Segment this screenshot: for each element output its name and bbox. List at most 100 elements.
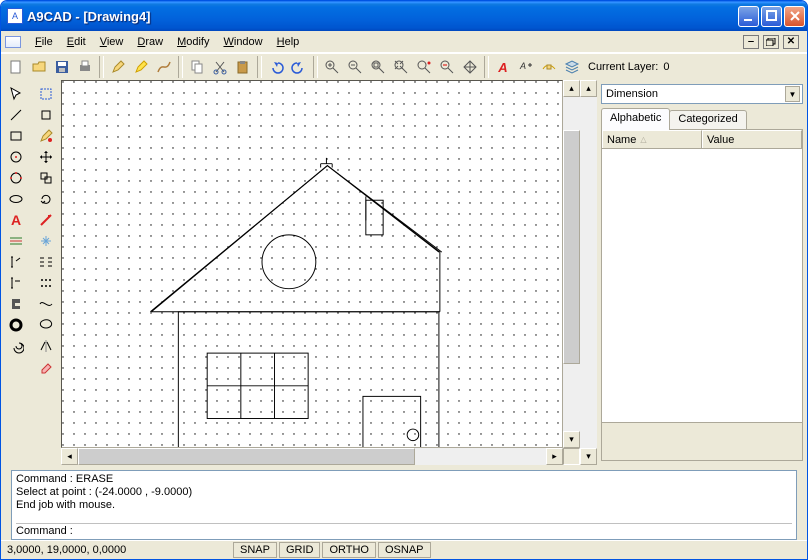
zoom-out-icon[interactable] [344, 56, 366, 78]
copy-tool-icon[interactable] [35, 168, 57, 188]
ring-icon[interactable] [5, 315, 27, 335]
mdi-restore-button[interactable] [763, 35, 779, 49]
chevron-down-icon[interactable]: ▼ [785, 86, 800, 102]
divider-v-scrollbar[interactable]: ▴ ▾ [580, 80, 597, 465]
menu-window[interactable]: Window [217, 34, 268, 50]
scale-icon[interactable] [35, 210, 57, 230]
scroll-up-icon[interactable]: ▴ [563, 80, 580, 97]
dim-aligned-icon[interactable] [5, 273, 27, 293]
dim-style-icon[interactable]: A [515, 56, 537, 78]
drawing-canvas[interactable] [61, 80, 563, 448]
erase-icon[interactable] [35, 357, 57, 377]
array-icon[interactable] [35, 252, 57, 272]
text-icon[interactable]: A [5, 210, 27, 230]
canvas-h-scrollbar[interactable]: ◂ ▸ [61, 448, 580, 465]
property-grid[interactable]: Name△ Value [601, 129, 803, 461]
command-panel[interactable]: Command : ERASE Select at point : (-24.0… [11, 470, 797, 540]
object-type-combo[interactable]: Dimension ▼ [601, 84, 803, 104]
spiral-icon[interactable] [5, 336, 27, 356]
canvas-v-scrollbar[interactable]: ▴ ▾ [563, 80, 580, 448]
osnap-toggle[interactable]: OSNAP [378, 542, 431, 558]
scroll-right-icon[interactable]: ▸ [546, 448, 563, 465]
current-layer-value: 0 [663, 61, 669, 73]
app-icon: A [7, 8, 23, 24]
scroll-down-icon[interactable]: ▾ [580, 448, 597, 465]
curve-icon[interactable] [153, 56, 175, 78]
trim-icon[interactable] [35, 294, 57, 314]
layers-icon[interactable] [561, 56, 583, 78]
scroll-left-icon[interactable]: ◂ [61, 448, 78, 465]
column-value[interactable]: Value [702, 130, 802, 148]
square-icon[interactable] [35, 105, 57, 125]
minimize-button[interactable] [738, 6, 759, 27]
pencil-icon[interactable] [107, 56, 129, 78]
donut-icon[interactable] [5, 294, 27, 314]
scroll-up-icon[interactable]: ▴ [580, 80, 597, 97]
main-toolbar: A A Current Layer: 0 [1, 53, 807, 80]
explode-icon[interactable] [35, 231, 57, 251]
pan-icon[interactable] [459, 56, 481, 78]
tab-categorized[interactable]: Categorized [669, 110, 746, 130]
undo-icon[interactable] [265, 56, 287, 78]
left-toolbox-2 [31, 80, 61, 465]
copy-icon[interactable] [186, 56, 208, 78]
arc-icon[interactable] [5, 168, 27, 188]
menu-draw[interactable]: Draw [131, 34, 169, 50]
polyline-icon[interactable] [5, 231, 27, 251]
redo-icon[interactable] [288, 56, 310, 78]
zoom-in-icon[interactable] [321, 56, 343, 78]
combo-value: Dimension [606, 88, 658, 100]
text-style-icon[interactable]: A [492, 56, 514, 78]
block-icon[interactable] [538, 56, 560, 78]
menu-view[interactable]: View [94, 34, 130, 50]
status-bar: 3,0000, 19,0000, 0,0000 SNAP GRID ORTHO … [1, 540, 807, 559]
snap-toggle[interactable]: SNAP [233, 542, 277, 558]
command-history-line: End job with mouse. [16, 499, 792, 512]
save-icon[interactable] [51, 56, 73, 78]
menu-modify[interactable]: Modify [171, 34, 215, 50]
rect-icon[interactable] [5, 126, 27, 146]
mdi-close-button[interactable]: ✕ [783, 35, 799, 49]
command-history-line: Command : ERASE [16, 473, 792, 486]
menu-file[interactable]: File [29, 34, 59, 50]
zoom-extents-icon[interactable] [390, 56, 412, 78]
menu-help[interactable]: Help [271, 34, 306, 50]
tab-alphabetic[interactable]: Alphabetic [601, 108, 670, 130]
zoom-realtime-icon[interactable] [413, 56, 435, 78]
menubar: File Edit View Draw Modify Window Help ‒… [1, 31, 807, 53]
scroll-down-icon[interactable]: ▾ [563, 431, 580, 448]
print-icon[interactable] [74, 56, 96, 78]
maximize-button[interactable] [761, 6, 782, 27]
coordinates-readout: 3,0000, 19,0000, 0,0000 [1, 543, 231, 557]
canvas-area: ▴ ▾ ◂ ▸ [61, 80, 580, 465]
zoom-window-icon[interactable] [367, 56, 389, 78]
dim-linear-icon[interactable] [5, 252, 27, 272]
ellipse-icon[interactable] [5, 189, 27, 209]
column-name[interactable]: Name△ [602, 130, 702, 148]
highlighter-icon[interactable] [130, 56, 152, 78]
circle-icon[interactable] [5, 147, 27, 167]
paste-icon[interactable] [232, 56, 254, 78]
zoom-prev-icon[interactable] [436, 56, 458, 78]
move-icon[interactable] [35, 147, 57, 167]
fill-icon[interactable] [35, 126, 57, 146]
open-icon[interactable] [28, 56, 50, 78]
sort-icon: △ [640, 135, 646, 144]
property-description [602, 422, 802, 460]
new-icon[interactable] [5, 56, 27, 78]
offset-icon[interactable] [35, 273, 57, 293]
ortho-toggle[interactable]: ORTHO [322, 542, 376, 558]
menu-edit[interactable]: Edit [61, 34, 92, 50]
line-icon[interactable] [5, 105, 27, 125]
pointer-icon[interactable] [5, 84, 27, 104]
grid-toggle[interactable]: GRID [279, 542, 321, 558]
rotate-icon[interactable] [35, 189, 57, 209]
fillet-icon[interactable] [35, 315, 57, 335]
mdi-minimize-button[interactable]: ‒ [743, 35, 759, 49]
left-toolbox-1: A [1, 80, 31, 465]
command-prompt[interactable]: Command : [16, 525, 73, 537]
mirror-icon[interactable] [35, 336, 57, 356]
close-button[interactable] [784, 6, 805, 27]
cut-icon[interactable] [209, 56, 231, 78]
marquee-icon[interactable] [35, 84, 57, 104]
